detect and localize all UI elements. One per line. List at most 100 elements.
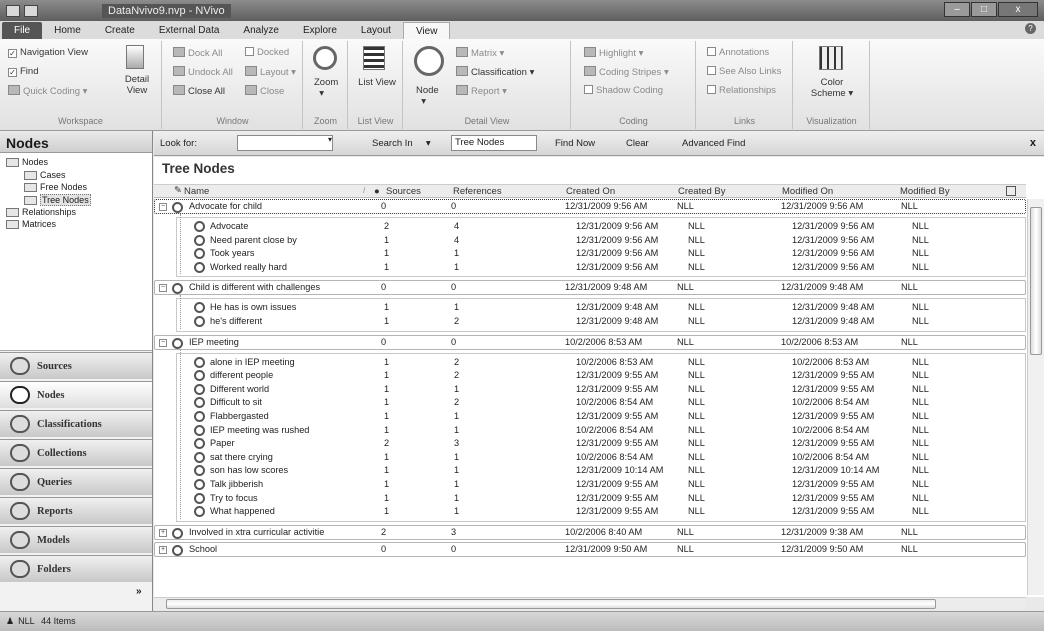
matrix-button[interactable]: Matrix ▾ bbox=[456, 47, 504, 59]
h-scroll-thumb[interactable] bbox=[166, 599, 936, 609]
scroll-thumb[interactable] bbox=[1030, 207, 1042, 355]
close-button[interactable]: Close bbox=[245, 85, 284, 97]
nav-button-classifications[interactable]: Classifications bbox=[0, 410, 152, 437]
table-row[interactable]: + Involved in xtra curricular activitie 2 3… bbox=[154, 524, 1026, 540]
color-scheme-button[interactable]: Color Scheme ▾ bbox=[802, 77, 862, 99]
quick-coding-button[interactable]: Quick Coding ▾ bbox=[8, 85, 87, 97]
tab-external-data[interactable]: External Data bbox=[147, 22, 232, 39]
expand-toggle-icon[interactable]: − bbox=[159, 338, 167, 347]
node-button[interactable]: Node ▾ bbox=[416, 85, 439, 107]
table-row[interactable]: Different world 1 1 12/31/2009 9:55 AM NLL 12… bbox=[154, 383, 1026, 396]
table-row[interactable]: he's different 1 2 12/31/2009 9:48 AM NLL 12/… bbox=[154, 315, 1026, 328]
expand-toggle-icon[interactable]: + bbox=[159, 545, 167, 554]
navigation-view-toggle[interactable]: ✓ Navigation View bbox=[8, 47, 88, 58]
maximize-button[interactable]: □ bbox=[971, 2, 997, 17]
table-row[interactable]: Took years 1 1 12/31/2009 9:56 AM NLL 12/31/2… bbox=[154, 247, 1026, 260]
find-now-button[interactable]: Find Now bbox=[555, 138, 595, 149]
highlight-button[interactable]: Highlight ▾ bbox=[584, 47, 643, 59]
table-row[interactable]: What happened 1 1 12/31/2009 9:55 AM NLL 12/3… bbox=[154, 505, 1026, 518]
expand-toggle-icon[interactable]: − bbox=[159, 203, 167, 211]
table-row[interactable]: IEP meeting was rushed 1 1 10/2/2006 8:54 A… bbox=[154, 424, 1026, 437]
save-icon[interactable] bbox=[24, 4, 38, 17]
nav-button-collections[interactable]: Collections bbox=[0, 439, 152, 466]
col-created-on[interactable]: Created On bbox=[566, 186, 615, 197]
nav-button-nodes[interactable]: Nodes bbox=[0, 381, 152, 408]
table-row[interactable]: + School 0 0 12/31/2009 9:50 AM NLL 12/31/2009… bbox=[154, 541, 1026, 557]
nav-button-queries[interactable]: Queries bbox=[0, 468, 152, 495]
coding-stripes-button[interactable]: Coding Stripes ▾ bbox=[584, 66, 669, 78]
undock-all-button[interactable]: Undock All bbox=[173, 66, 233, 78]
table-row[interactable]: Paper 2 3 12/31/2009 9:55 AM NLL 12/31/2009 9… bbox=[154, 437, 1026, 450]
tree-item-relationships[interactable]: Relationships bbox=[6, 207, 76, 217]
report-button[interactable]: Report ▾ bbox=[456, 85, 507, 97]
find-toggle[interactable]: ✓ Find bbox=[8, 66, 38, 77]
tab-layout[interactable]: Layout bbox=[349, 22, 403, 39]
shadow-coding-toggle[interactable]: Shadow Coding bbox=[584, 85, 663, 96]
close-window-button[interactable]: x bbox=[998, 2, 1038, 17]
column-chooser-icon[interactable] bbox=[1006, 186, 1016, 196]
table-row[interactable]: Talk jibberish 1 1 12/31/2009 9:55 AM NLL 12/… bbox=[154, 478, 1026, 491]
col-references[interactable]: References bbox=[453, 186, 502, 197]
tree-item-nodes[interactable]: Nodes bbox=[6, 157, 48, 167]
tree-item-tree-nodes[interactable]: Tree Nodes bbox=[24, 194, 91, 206]
table-row[interactable]: Flabbergasted 1 1 12/31/2009 9:55 AM NLL 12/3… bbox=[154, 410, 1026, 423]
docked-toggle[interactable]: Docked bbox=[245, 47, 289, 58]
annotations-toggle[interactable]: Annotations bbox=[707, 47, 769, 58]
tab-home[interactable]: Home bbox=[42, 22, 93, 39]
zoom-button[interactable]: Zoom ▾ bbox=[314, 77, 338, 99]
tree-item-cases[interactable]: Cases bbox=[24, 170, 66, 180]
table-row[interactable]: He has is own issues 1 1 12/31/2009 9:48 AM… bbox=[154, 301, 1026, 314]
tab-view[interactable]: View bbox=[402, 22, 451, 39]
table-row[interactable]: sat there crying 1 1 10/2/2006 8:54 AM NLL 10… bbox=[154, 451, 1026, 464]
table-row[interactable]: − Advocate for child 0 0 12/31/2009 9:56 AM N… bbox=[154, 199, 1026, 214]
col-created-by[interactable]: Created By bbox=[678, 186, 726, 197]
tab-explore[interactable]: Explore bbox=[291, 22, 349, 39]
layout-button[interactable]: Layout ▾ bbox=[245, 66, 296, 78]
col-modified-by[interactable]: Modified By bbox=[900, 186, 950, 197]
tab-analyze[interactable]: Analyze bbox=[231, 22, 291, 39]
nav-button-folders[interactable]: Folders bbox=[0, 555, 152, 582]
table-row[interactable]: Worked really hard 1 1 12/31/2009 9:56 AM NL… bbox=[154, 261, 1026, 274]
look-for-input[interactable] bbox=[237, 135, 333, 151]
nav-button-reports[interactable]: Reports bbox=[0, 497, 152, 524]
vertical-scrollbar[interactable] bbox=[1027, 199, 1044, 595]
relationships-toggle[interactable]: Relationships bbox=[707, 85, 776, 96]
cell-created-by: NLL bbox=[688, 438, 705, 449]
tab-create[interactable]: Create bbox=[93, 22, 147, 39]
search-in-button[interactable]: Search In ▾ bbox=[372, 138, 431, 149]
close-find-icon[interactable]: x bbox=[1030, 137, 1036, 149]
table-row[interactable]: Need parent close by 1 4 12/31/2009 9:56 AM… bbox=[154, 234, 1026, 247]
col-modified-on[interactable]: Modified On bbox=[782, 186, 833, 197]
tree-item-matrices[interactable]: Matrices bbox=[6, 219, 56, 229]
search-in-field[interactable]: Tree Nodes bbox=[451, 135, 537, 151]
table-row[interactable]: Try to focus 1 1 12/31/2009 9:55 AM NLL 12/31… bbox=[154, 492, 1026, 505]
col-name[interactable]: Name bbox=[184, 186, 209, 197]
configure-buttons-icon[interactable]: » bbox=[136, 586, 142, 597]
table-row[interactable]: − IEP meeting 0 0 10/2/2006 8:53 AM NLL 10/2/2… bbox=[154, 334, 1026, 350]
help-icon[interactable]: ? bbox=[1025, 23, 1036, 34]
table-row[interactable]: son has low scores 1 1 12/31/2009 10:14 AM N… bbox=[154, 464, 1026, 477]
col-sources[interactable]: Sources bbox=[386, 186, 421, 197]
detail-view-button[interactable]: Detail View bbox=[120, 74, 154, 96]
look-for-dropdown-icon[interactable]: ▾ bbox=[328, 135, 332, 144]
horizontal-scrollbar[interactable] bbox=[154, 597, 1026, 610]
nav-button-sources[interactable]: Sources bbox=[0, 352, 152, 379]
table-row[interactable]: different people 1 2 12/31/2009 9:55 AM NLL 1… bbox=[154, 369, 1026, 382]
table-row[interactable]: Difficult to sit 1 2 10/2/2006 8:54 AM NLL 10… bbox=[154, 396, 1026, 409]
minimize-button[interactable]: – bbox=[944, 2, 970, 17]
advanced-find-button[interactable]: Advanced Find bbox=[682, 138, 745, 149]
tab-file[interactable]: File bbox=[2, 22, 43, 39]
nav-button-models[interactable]: Models bbox=[0, 526, 152, 553]
table-row[interactable]: alone in IEP meeting 1 2 10/2/2006 8:53 AM N… bbox=[154, 356, 1026, 369]
tree-item-free-nodes[interactable]: Free Nodes bbox=[24, 182, 87, 192]
dock-all-button[interactable]: Dock All bbox=[173, 47, 222, 59]
classification-button[interactable]: Classification ▾ bbox=[456, 66, 534, 78]
table-row[interactable]: − Child is different with challenges 0 0 12/… bbox=[154, 280, 1026, 296]
close-all-button[interactable]: Close All bbox=[173, 85, 225, 97]
expand-toggle-icon[interactable]: + bbox=[159, 528, 167, 537]
table-row[interactable]: Advocate 2 4 12/31/2009 9:56 AM NLL 12/31/200… bbox=[154, 220, 1026, 233]
see-also-links-toggle[interactable]: See Also Links bbox=[707, 66, 781, 77]
clear-button[interactable]: Clear bbox=[626, 138, 649, 149]
list-view-button[interactable]: List View bbox=[357, 77, 397, 88]
expand-toggle-icon[interactable]: − bbox=[159, 284, 167, 293]
